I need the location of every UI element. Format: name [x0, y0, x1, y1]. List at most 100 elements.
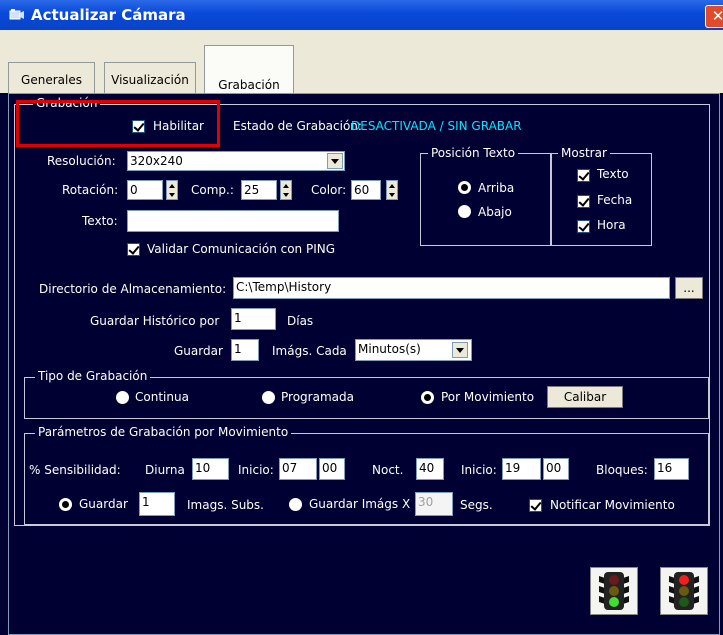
blocks-label: Bloques: — [596, 463, 648, 477]
camera-icon — [9, 9, 24, 20]
interval-value: Minutos(s) — [358, 342, 421, 356]
save-seconds-label: Guardar Imágs X — [309, 497, 411, 511]
position-bottom-radio[interactable] — [458, 205, 471, 218]
comp-label: Comp.: — [191, 183, 234, 197]
day-start-hour-input[interactable]: 07 — [279, 458, 317, 480]
ping-label: Validar Comunicación con PING — [147, 242, 336, 256]
position-bottom-label: Abajo — [478, 205, 512, 219]
state-value: DESACTIVADA / SIN GRABAR — [351, 119, 522, 133]
night-start-hour-input[interactable]: 19 — [502, 458, 541, 480]
day-sensitivity-input[interactable]: 10 — [192, 458, 229, 480]
save-count-input[interactable]: 1 — [231, 339, 259, 361]
resolution-select[interactable]: 320x240 — [127, 151, 345, 171]
history-value: 1 — [234, 311, 242, 325]
day-label: Diurna — [145, 463, 185, 477]
history-input[interactable]: 1 — [231, 308, 276, 330]
color-spinner[interactable] — [386, 180, 398, 200]
blocks-input[interactable]: 16 — [654, 458, 689, 480]
continuous-label: Continua — [135, 390, 189, 404]
show-legend: Mostrar — [558, 146, 610, 160]
night-start-label: Inicio: — [461, 463, 497, 477]
text-label: Texto: — [82, 214, 118, 228]
show-date-checkbox[interactable] — [577, 195, 590, 208]
sensitivity-label: % Sensibilidad: — [29, 463, 121, 477]
stop-recording-button[interactable] — [660, 567, 708, 615]
night-start-minute-input[interactable]: 00 — [543, 458, 569, 480]
tab-label: Generales — [21, 73, 82, 87]
save-count-value: 1 — [234, 342, 242, 356]
traffic-light-green-icon — [599, 572, 629, 610]
history-unit: Días — [287, 314, 314, 328]
tab-generales[interactable]: Generales — [8, 62, 95, 93]
day-start-minute-input[interactable]: 00 — [319, 458, 345, 480]
storage-dir-value: C:\Temp\History — [236, 280, 332, 294]
browse-label: ... — [683, 281, 695, 295]
text-input[interactable] — [127, 210, 339, 232]
comp-value: 25 — [244, 183, 260, 197]
motion-label: Por Movimiento — [441, 390, 535, 404]
save-subs-input[interactable]: 1 — [139, 492, 175, 516]
notify-motion-label: Notificar Movimiento — [550, 498, 675, 512]
position-text-group — [420, 153, 552, 246]
start-recording-button[interactable] — [590, 567, 638, 615]
resolution-dropdown-arrow[interactable] — [327, 153, 343, 169]
continuous-radio[interactable] — [116, 391, 129, 404]
rotation-input[interactable]: 0 — [127, 180, 163, 200]
position-top-radio[interactable] — [458, 181, 471, 194]
interval-dropdown-arrow[interactable] — [452, 342, 468, 358]
calibrate-label: Calibar — [563, 390, 607, 404]
comp-input[interactable]: 25 — [241, 180, 277, 200]
night-sensitivity-input[interactable]: 40 — [416, 458, 444, 480]
scheduled-radio[interactable] — [262, 391, 275, 404]
save-every-label: Guardar — [174, 344, 223, 358]
resolution-value: 320x240 — [130, 154, 183, 168]
title-bar[interactable]: Actualizar Cámara ✕ — [0, 0, 723, 30]
tab-visualizacion[interactable]: Visualización — [104, 62, 196, 93]
tab-grabacion[interactable]: Grabación — [204, 45, 294, 95]
calibrate-button[interactable]: Calibar — [547, 386, 623, 408]
secs-label: Segs. — [460, 498, 493, 512]
show-date-label: Fecha — [597, 193, 633, 207]
close-button[interactable]: ✕ — [705, 5, 723, 28]
night-sensitivity-value: 40 — [419, 461, 435, 475]
save-seconds-input[interactable]: 30 — [415, 492, 453, 516]
dialog-window: Actualizar Cámara ✕ Generales Visualizac… — [0, 0, 723, 635]
subs-label: Imags. Subs. — [187, 498, 264, 512]
show-time-checkbox[interactable] — [577, 220, 590, 233]
browse-button[interactable]: ... — [675, 277, 703, 299]
rotation-spinner[interactable] — [166, 180, 178, 200]
night-start-minute-value: 00 — [546, 461, 562, 475]
state-label: Estado de Grabación: — [233, 119, 362, 133]
every-label: Imágs. Cada — [272, 344, 347, 358]
show-text-checkbox[interactable] — [577, 169, 590, 182]
night-start-hour-value: 19 — [505, 461, 521, 475]
tab-label: Grabación — [218, 78, 280, 92]
save-seconds-value: 30 — [418, 495, 434, 509]
show-time-label: Hora — [597, 218, 626, 232]
day-start-hour-value: 07 — [282, 461, 298, 475]
comp-spinner[interactable] — [280, 180, 292, 200]
color-label: Color: — [311, 183, 347, 197]
storage-dir-input[interactable]: C:\Temp\History — [233, 277, 670, 299]
blocks-value: 16 — [657, 461, 673, 475]
save-subs-value: 1 — [142, 495, 150, 509]
show-text-label: Texto — [597, 167, 629, 181]
night-label: Noct. — [372, 463, 404, 477]
position-text-legend: Posición Texto — [428, 146, 519, 160]
day-start-label: Inicio: — [238, 463, 274, 477]
enable-checkbox[interactable] — [132, 120, 145, 133]
history-label: Guardar Histórico por — [90, 314, 220, 328]
save-subs-label: Guardar — [79, 497, 128, 511]
position-top-label: Arriba — [478, 181, 515, 195]
motion-radio[interactable] — [421, 391, 434, 404]
save-subs-radio[interactable] — [59, 498, 72, 511]
save-seconds-radio[interactable] — [289, 498, 302, 511]
motion-params-legend: Parámetros de Grabación por Movimiento — [35, 425, 292, 439]
day-sensitivity-value: 10 — [195, 461, 211, 475]
window-title: Actualizar Cámara — [31, 6, 186, 24]
ping-checkbox[interactable] — [127, 243, 140, 256]
color-input[interactable]: 60 — [351, 180, 381, 200]
rotation-value: 0 — [130, 183, 138, 197]
notify-motion-checkbox[interactable] — [529, 499, 542, 512]
scheduled-label: Programada — [281, 390, 354, 404]
